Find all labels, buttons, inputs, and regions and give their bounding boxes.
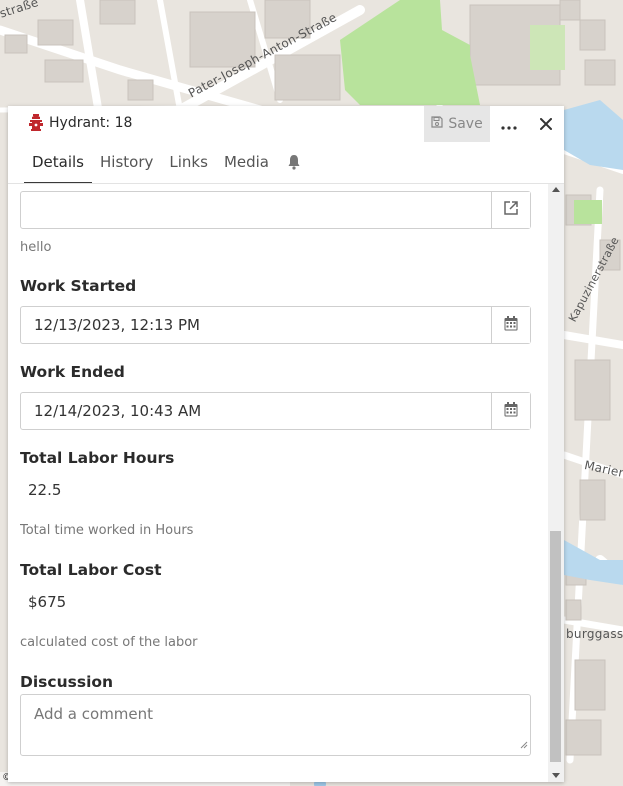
link-help-text: hello: [20, 240, 52, 255]
tab-history[interactable]: History: [92, 146, 161, 184]
save-button-label: Save: [448, 116, 483, 132]
save-button[interactable]: Save: [424, 106, 490, 142]
fire-hydrant-icon: [29, 114, 43, 132]
work-started-label: Work Started: [20, 277, 137, 295]
discussion-label: Discussion: [20, 673, 114, 691]
work-ended-label: Work Ended: [20, 363, 125, 381]
total-labor-hours-label: Total Labor Hours: [20, 449, 175, 467]
tab-media[interactable]: Media: [216, 146, 277, 184]
comment-placeholder: Add a comment: [34, 705, 154, 723]
work-ended-calendar-button[interactable]: [491, 393, 530, 429]
calendar-icon: [504, 315, 518, 335]
work-ended-input[interactable]: 12/14/2023, 10:43 AM: [21, 393, 491, 429]
panel-header: Hydrant: 18 Save: [8, 106, 564, 142]
total-labor-hours-value: 22.5: [28, 481, 62, 499]
panel-title: Hydrant: 18: [49, 115, 133, 131]
link-input[interactable]: [21, 192, 491, 228]
total-labor-cost-value: $675: [28, 593, 67, 611]
feature-panel: Hydrant: 18 Save Details History Links M…: [8, 106, 564, 782]
tab-details[interactable]: Details: [24, 146, 93, 184]
total-labor-cost-label: Total Labor Cost: [20, 561, 162, 579]
comment-textarea[interactable]: Add a comment: [20, 694, 531, 756]
link-field[interactable]: [20, 191, 531, 229]
open-link-button[interactable]: [491, 192, 530, 228]
street-label-5: burggasse: [566, 627, 623, 641]
more-horizontal-icon: [501, 114, 517, 135]
work-started-calendar-button[interactable]: [491, 307, 530, 343]
total-labor-cost-help: calculated cost of the labor: [20, 635, 198, 650]
tab-notifications[interactable]: [277, 146, 307, 184]
tab-links[interactable]: Links: [161, 146, 216, 184]
details-form[interactable]: hello Work Started 12/13/2023, 12:13 PM: [20, 184, 548, 782]
close-button[interactable]: [535, 112, 557, 136]
close-icon: [540, 115, 552, 134]
total-labor-hours-help: Total time worked in Hours: [20, 523, 194, 538]
calendar-icon: [504, 401, 518, 421]
panel-title-wrap: Hydrant: 18: [29, 114, 132, 132]
scroll-up-arrow-icon[interactable]: [552, 187, 560, 192]
scroll-down-arrow-icon[interactable]: [552, 773, 560, 778]
panel-tabs: Details History Links Media: [24, 146, 307, 184]
panel-scrollbar[interactable]: [548, 184, 564, 782]
external-link-icon: [503, 200, 519, 220]
scrollbar-thumb[interactable]: [550, 531, 561, 762]
work-started-input[interactable]: 12/13/2023, 12:13 PM: [21, 307, 491, 343]
floppy-disk-icon: [431, 116, 443, 132]
more-options-button[interactable]: [498, 112, 520, 136]
bell-icon: [287, 155, 301, 174]
resize-grip-icon[interactable]: [520, 735, 528, 753]
work-started-field[interactable]: 12/13/2023, 12:13 PM: [20, 306, 531, 344]
work-ended-field[interactable]: 12/14/2023, 10:43 AM: [20, 392, 531, 430]
